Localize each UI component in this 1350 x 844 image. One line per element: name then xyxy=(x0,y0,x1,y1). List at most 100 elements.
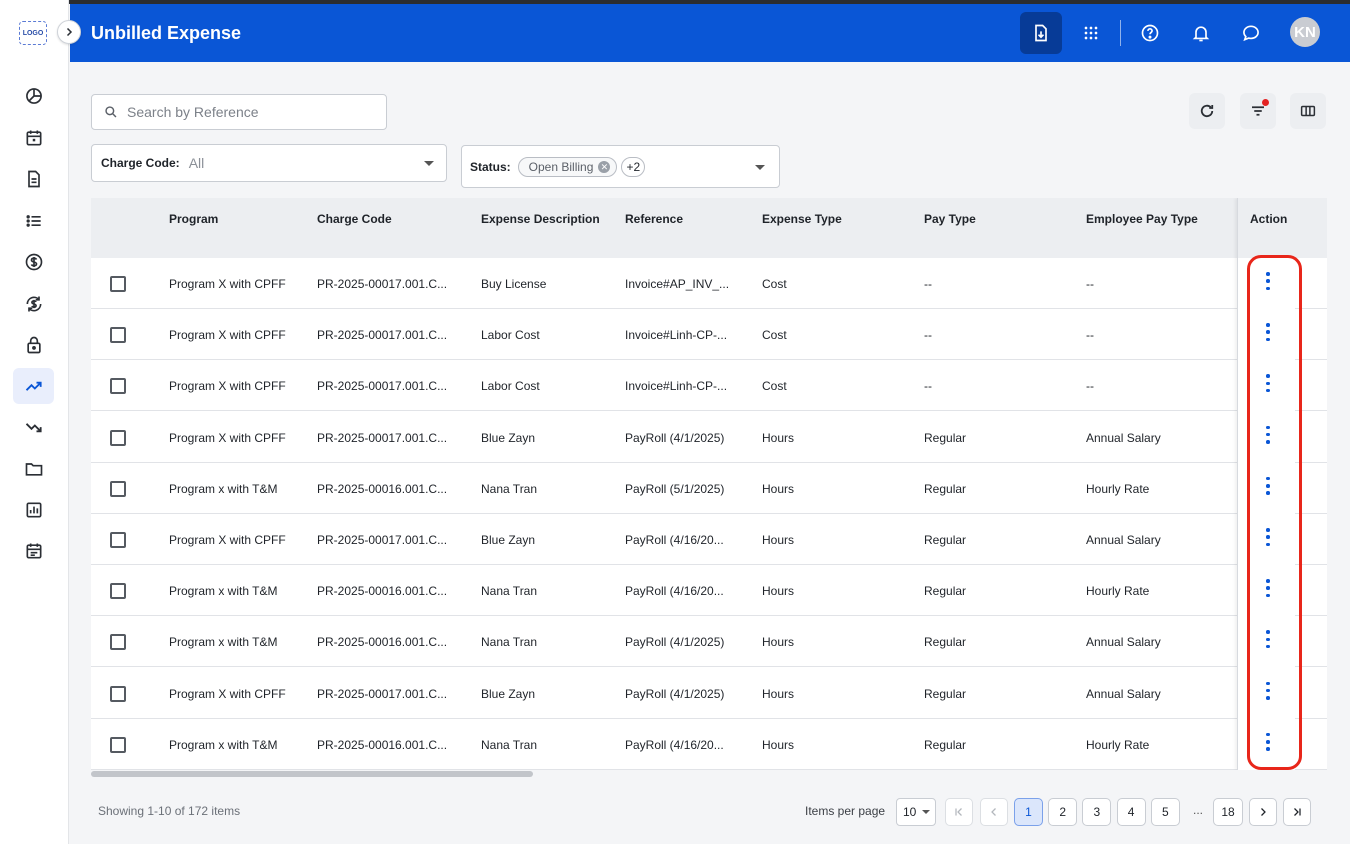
charge-code-filter[interactable]: Charge Code: All xyxy=(91,144,447,182)
row-action-menu-button[interactable] xyxy=(1263,681,1273,700)
pagination-summary: Showing 1-10 of 172 items xyxy=(98,804,241,818)
table-row[interactable]: Program x with T&M PR-2025-00016.001.C...… xyxy=(91,565,1327,617)
table-cell: Nana Tran xyxy=(481,737,538,752)
expense-table: Program Charge Code Expense Description … xyxy=(91,198,1327,770)
last-page-button[interactable] xyxy=(1283,798,1311,826)
sidebar-item-billing[interactable] xyxy=(13,244,54,280)
row-action-menu-button[interactable] xyxy=(1263,476,1273,495)
row-checkbox[interactable] xyxy=(110,378,126,395)
charge-code-label: Charge Code: xyxy=(101,156,180,170)
row-action-menu-button[interactable] xyxy=(1263,579,1273,598)
row-checkbox[interactable] xyxy=(110,634,126,651)
row-action-menu-button[interactable] xyxy=(1263,425,1273,444)
page-button[interactable]: 1 xyxy=(1014,798,1043,826)
table-cell: PR-2025-00016.001.C... xyxy=(317,635,448,650)
refresh-button[interactable] xyxy=(1189,93,1225,129)
columns-button[interactable] xyxy=(1290,93,1326,129)
table-cell: Hourly Rate xyxy=(1086,481,1150,496)
table-row[interactable]: Program x with T&M PR-2025-00016.001.C...… xyxy=(91,463,1327,514)
filter-active-indicator xyxy=(1262,99,1269,106)
chip-remove-icon[interactable]: ✕ xyxy=(598,160,611,173)
apps-button[interactable] xyxy=(1070,12,1112,54)
items-per-page-select[interactable]: 10 xyxy=(896,798,936,826)
status-chip[interactable]: Open Billing ✕ xyxy=(517,156,618,177)
sidebar-item-calendar[interactable] xyxy=(13,120,54,156)
status-more-chip[interactable]: +2 xyxy=(621,156,646,177)
kebab-dot-icon xyxy=(1266,528,1270,532)
first-page-button[interactable] xyxy=(945,798,973,826)
sidebar-item-transactions[interactable] xyxy=(13,286,54,322)
sidebar-item-dashboard[interactable] xyxy=(13,78,54,114)
row-checkbox[interactable] xyxy=(110,429,126,446)
kebab-dot-icon xyxy=(1266,432,1270,437)
help-button[interactable] xyxy=(1129,12,1171,54)
chat-button[interactable] xyxy=(1230,12,1272,54)
sidebar-item-list[interactable] xyxy=(13,203,54,239)
page-button[interactable]: 2 xyxy=(1048,798,1078,826)
sidebar-item-expenses[interactable] xyxy=(13,410,54,446)
table-row[interactable]: Program X with CPFF PR-2025-00017.001.C..… xyxy=(91,514,1327,565)
row-checkbox[interactable] xyxy=(110,583,126,600)
page-button[interactable]: 3 xyxy=(1082,798,1112,826)
row-action-menu-button[interactable] xyxy=(1263,374,1273,393)
row-action-menu-button[interactable] xyxy=(1263,630,1273,649)
table-cell: Regular xyxy=(924,686,967,701)
search-input[interactable] xyxy=(127,104,367,120)
refresh-icon xyxy=(1200,104,1214,118)
sidebar-item-schedule[interactable] xyxy=(13,533,54,569)
table-row[interactable]: Program x with T&M PR-2025-00016.001.C...… xyxy=(91,616,1327,668)
table-row[interactable]: Program X with CPFF PR-2025-00017.001.C..… xyxy=(91,258,1327,309)
row-checkbox[interactable] xyxy=(110,685,126,702)
folder-icon xyxy=(25,463,42,476)
user-avatar[interactable]: KN xyxy=(1290,17,1320,47)
row-action-menu-button[interactable] xyxy=(1263,323,1273,342)
notifications-button[interactable] xyxy=(1180,12,1222,54)
next-page-button[interactable] xyxy=(1249,798,1277,826)
sidebar-item-files[interactable] xyxy=(13,451,54,487)
overflow-cell: ⋮ xyxy=(1325,531,1327,544)
table-cell: Annual Salary xyxy=(1086,430,1161,445)
sidebar-item-reports[interactable] xyxy=(13,492,54,528)
sidebar-item-unbilled-expense[interactable] xyxy=(13,368,54,404)
column-header-employee-pay-type[interactable]: Employee Pay Type xyxy=(1086,212,1198,226)
page-button-last[interactable]: 18 xyxy=(1213,798,1243,826)
table-row[interactable]: Program x with T&M PR-2025-00016.001.C...… xyxy=(91,719,1327,770)
column-header-charge-code[interactable]: Charge Code xyxy=(317,212,392,226)
row-checkbox[interactable] xyxy=(110,480,126,497)
sidebar-expand-button[interactable] xyxy=(57,20,81,44)
row-action-menu-button[interactable] xyxy=(1263,528,1273,546)
row-checkbox[interactable] xyxy=(110,327,126,344)
kebab-dot-icon xyxy=(1266,681,1270,686)
list-icon xyxy=(26,215,41,227)
status-filter[interactable]: Status: Open Billing ✕ +2 xyxy=(461,145,780,188)
table-cell: Hours xyxy=(762,635,795,650)
table-row[interactable]: Program X with CPFF PR-2025-00017.001.C..… xyxy=(91,668,1327,719)
row-checkbox[interactable] xyxy=(110,276,126,292)
row-checkbox[interactable] xyxy=(110,532,126,548)
overflow-cell: ⋮ xyxy=(1325,275,1327,288)
kebab-dot-icon xyxy=(1266,637,1270,642)
table-cell: PR-2025-00016.001.C... xyxy=(317,481,448,496)
export-button[interactable] xyxy=(1020,12,1062,54)
table-cell: Program X with CPFF xyxy=(169,686,286,701)
column-header-expense-description[interactable]: Expense Description xyxy=(481,212,600,226)
table-row[interactable]: Program X with CPFF PR-2025-00017.001.C..… xyxy=(91,360,1327,412)
column-header-program[interactable]: Program xyxy=(169,212,218,226)
page-title: Unbilled Expense xyxy=(91,23,242,43)
sidebar-item-security[interactable] xyxy=(13,327,54,363)
horizontal-scrollbar[interactable] xyxy=(91,771,533,777)
column-header-pay-type[interactable]: Pay Type xyxy=(924,212,976,226)
column-header-reference[interactable]: Reference xyxy=(625,212,683,226)
filter-button[interactable] xyxy=(1240,93,1276,129)
table-row[interactable]: Program X with CPFF PR-2025-00017.001.C..… xyxy=(91,412,1327,463)
row-action-menu-button[interactable] xyxy=(1263,732,1273,751)
sidebar-item-documents[interactable] xyxy=(13,161,54,197)
page-button[interactable]: 5 xyxy=(1150,798,1180,826)
table-cell: Labor Cost xyxy=(481,379,540,394)
row-checkbox[interactable] xyxy=(110,736,126,753)
page-button[interactable]: 4 xyxy=(1116,798,1146,826)
table-row[interactable]: Program X with CPFF PR-2025-00017.001.C..… xyxy=(91,309,1327,361)
row-action-menu-button[interactable] xyxy=(1263,272,1273,290)
prev-page-button[interactable] xyxy=(980,798,1008,826)
column-header-expense-type[interactable]: Expense Type xyxy=(762,212,842,226)
